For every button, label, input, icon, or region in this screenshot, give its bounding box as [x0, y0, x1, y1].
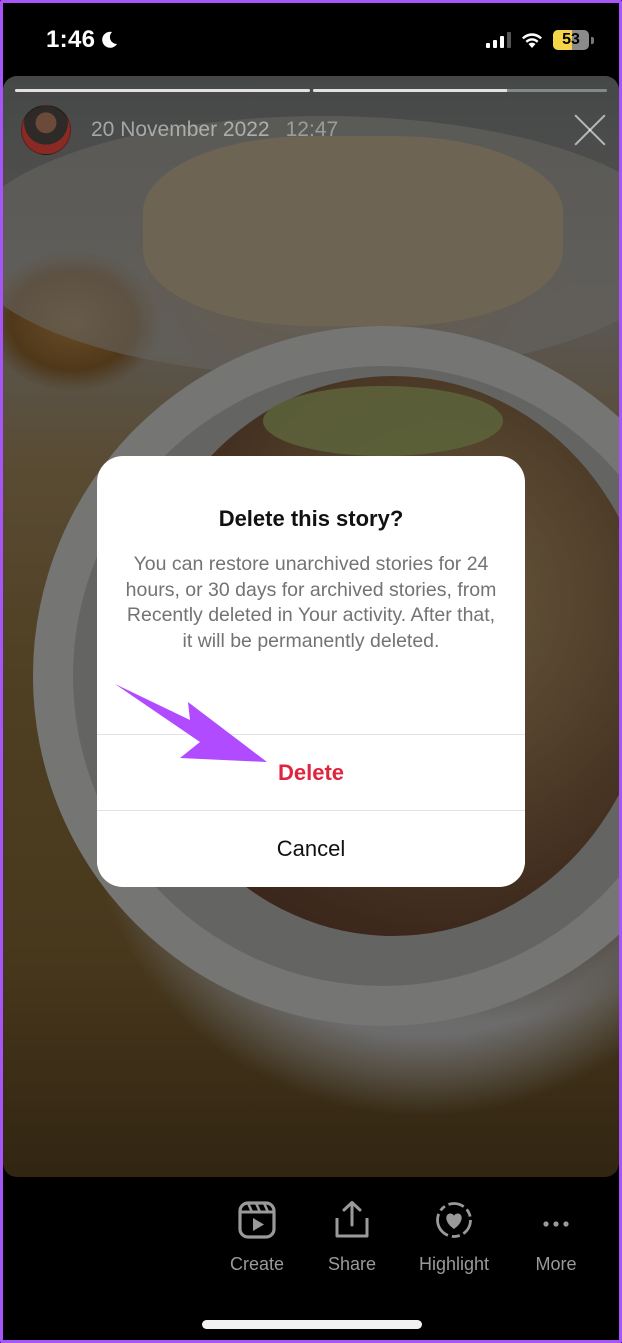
close-icon[interactable]: [572, 112, 608, 148]
create-button[interactable]: Create: [224, 1200, 290, 1275]
avatar[interactable]: [21, 105, 71, 155]
story-toolbar: Create Share Highlight More: [0, 1200, 622, 1290]
story-progress: [15, 89, 607, 92]
signal-icon: [486, 32, 511, 48]
delete-story-dialog: Delete this story? You can restore unarc…: [97, 456, 525, 887]
arrow-pointer-icon: [115, 684, 267, 762]
progress-fill: [312, 89, 507, 92]
highlight-button[interactable]: Highlight: [412, 1200, 496, 1275]
progress-segment: [15, 89, 310, 92]
share-icon: [335, 1201, 369, 1238]
more-dots-icon: [543, 1221, 569, 1227]
battery-nub: [591, 36, 594, 44]
home-indicator[interactable]: [202, 1320, 422, 1329]
cancel-button[interactable]: Cancel: [97, 810, 525, 886]
status-bar: 1:46 53: [0, 0, 622, 76]
battery-icon: 53: [553, 30, 589, 50]
moon-icon: [102, 31, 118, 48]
more-label: More: [535, 1254, 577, 1274]
story-time: 12:47: [285, 118, 339, 141]
status-time: 1:46: [46, 26, 119, 54]
highlight-label: Highlight: [418, 1254, 490, 1274]
battery-percent: 53: [562, 31, 580, 48]
story-date: 20 November 2022: [91, 118, 270, 141]
story-header: 20 November 2022 12:47: [21, 104, 608, 156]
reels-icon: [238, 1201, 276, 1239]
progress-segment: [312, 89, 607, 92]
clock: 1:46: [46, 26, 96, 53]
share-button[interactable]: Share: [324, 1200, 380, 1275]
dialog-message: You can restore unarchived stories for 2…: [125, 553, 497, 652]
more-button[interactable]: More: [530, 1200, 582, 1275]
highlight-heart-icon: [436, 1202, 472, 1238]
wifi-icon: [522, 33, 542, 48]
progress-fill: [15, 89, 310, 92]
create-label: Create: [229, 1254, 285, 1274]
status-icons: 53: [486, 30, 594, 50]
dialog-title: Delete this story?: [218, 506, 404, 531]
share-label: Share: [327, 1254, 377, 1274]
